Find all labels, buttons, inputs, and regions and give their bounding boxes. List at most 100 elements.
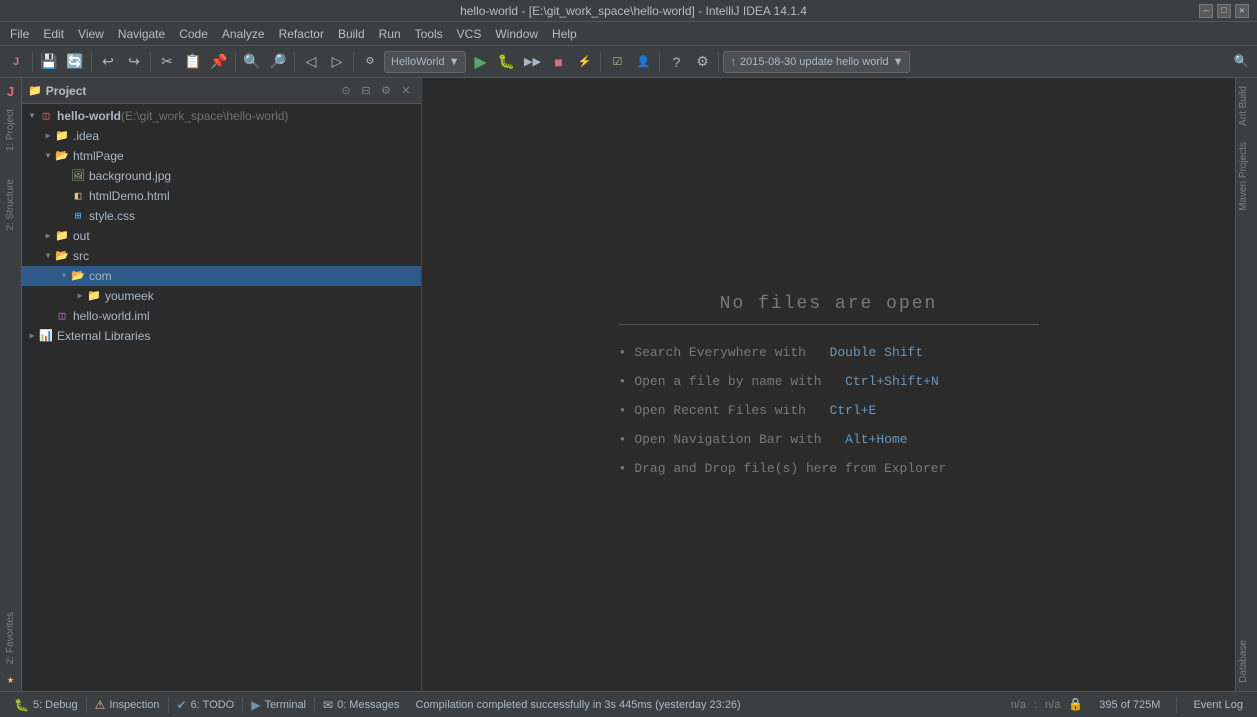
menu-view[interactable]: View <box>72 25 110 43</box>
todo-label: 6: TODO <box>191 699 235 711</box>
editor-area: No files are open Search Everywhere with… <box>422 78 1235 691</box>
run-button[interactable]: ▶ <box>468 50 492 74</box>
window-controls: — □ ✕ <box>1199 4 1249 18</box>
ant-build-panel[interactable]: Ant Build <box>1236 78 1257 134</box>
vcs-commit-arrow: ▼ <box>893 56 904 68</box>
window-title: hello-world - [E:\git_work_space\hello-w… <box>68 4 1199 18</box>
inspection-section[interactable]: ⚠ Inspection <box>87 692 168 717</box>
redo-button[interactable]: ↪ <box>122 50 146 74</box>
toolbar-sep-2 <box>91 52 92 72</box>
debug-section[interactable]: 🐛 5: Debug <box>6 692 86 717</box>
tree-src[interactable]: ▼ 📂 src <box>22 246 421 266</box>
menu-edit[interactable]: Edit <box>37 25 70 43</box>
back-button[interactable]: ◁ <box>299 50 323 74</box>
htmlpage-arrow: ▼ <box>42 150 54 162</box>
menu-build[interactable]: Build <box>332 25 371 43</box>
favorites-panel-toggle[interactable]: 2: Favorites <box>3 608 18 668</box>
status-bar: 🐛 5: Debug ⚠ Inspection ✔ 6: TODO ▶ Term… <box>0 691 1257 717</box>
tree-idea[interactable]: ▶ 📁 .idea <box>22 126 421 146</box>
tree-bg-jpg[interactable]: ▶ 🖼 background.jpg <box>22 166 421 186</box>
settings-button[interactable]: ⚙ <box>690 50 714 74</box>
css-label: style.css <box>89 209 135 223</box>
structure-panel-toggle[interactable]: 2: Structure <box>3 175 18 235</box>
synchronize-button[interactable]: 🔄 <box>63 50 87 74</box>
copy-button[interactable]: 📋 <box>181 50 205 74</box>
tree-root[interactable]: ▼ ◫ hello-world (E:\git_work_space\hello… <box>22 106 421 126</box>
tree-html-demo[interactable]: ▶ ◧ htmlDemo.html <box>22 186 421 206</box>
inspection-label: Inspection <box>109 699 159 711</box>
menu-file[interactable]: File <box>4 25 35 43</box>
src-arrow: ▼ <box>42 250 54 262</box>
tree-youmeek[interactable]: ▶ 📁 youmeek <box>22 286 421 306</box>
todo-section[interactable]: ✔ 6: TODO <box>169 692 243 717</box>
menu-refactor[interactable]: Refactor <box>273 25 330 43</box>
menu-code[interactable]: Code <box>173 25 214 43</box>
memory-section[interactable]: 395 of 725M <box>1091 699 1168 711</box>
coverage-button[interactable]: ☑ <box>605 50 629 74</box>
tree-htmlpage[interactable]: ▼ 📂 htmlPage <box>22 146 421 166</box>
tree-ext-lib[interactable]: ▶ 📊 External Libraries <box>22 326 421 346</box>
panel-settings-btn[interactable]: ⚙ <box>377 82 395 100</box>
undo-button[interactable]: ↩ <box>96 50 120 74</box>
paste-button[interactable]: 📌 <box>207 50 231 74</box>
event-log-section[interactable]: Event Log <box>1185 699 1251 711</box>
main-content: J 1: Project 2: Structure 2: Favorites ★… <box>0 78 1257 691</box>
panel-actions: ⊙ ⊟ ⚙ ✕ <box>337 82 415 100</box>
minimize-button[interactable]: — <box>1199 4 1213 18</box>
tree-com[interactable]: ▼ 📂 com <box>22 266 421 286</box>
intellij-icon-left[interactable]: J <box>5 82 16 101</box>
hint-search-key: Double Shift <box>830 345 924 360</box>
help-button[interactable]: ? <box>664 50 688 74</box>
search-everywhere-icon[interactable]: 🔍 <box>1229 50 1253 74</box>
debug-button[interactable]: 🐛 <box>494 50 518 74</box>
terminal-icon: ▶ <box>251 698 260 712</box>
todo-icon: ✔ <box>177 698 187 712</box>
menu-help[interactable]: Help <box>546 25 583 43</box>
messages-label: 0: Messages <box>337 699 399 711</box>
terminal-section[interactable]: ▶ Terminal <box>243 692 314 717</box>
forward-button[interactable]: ▷ <box>325 50 349 74</box>
maximize-button[interactable]: □ <box>1217 4 1231 18</box>
tree-css[interactable]: ▶ ⊞ style.css <box>22 206 421 226</box>
attach-profiler[interactable]: ⚡ <box>572 50 596 74</box>
title-bar: hello-world - [E:\git_work_space\hello-w… <box>0 0 1257 22</box>
profile-button[interactable]: 👤 <box>631 50 655 74</box>
tree-iml[interactable]: ▶ ◫ hello-world.iml <box>22 306 421 326</box>
tree-out[interactable]: ▶ 📁 out <box>22 226 421 246</box>
maven-projects-panel[interactable]: Maven Projects <box>1236 134 1257 219</box>
stop-button[interactable]: ■ <box>546 50 570 74</box>
save-all-button[interactable]: 💾 <box>37 50 61 74</box>
messages-section[interactable]: ✉ 0: Messages <box>315 692 407 717</box>
out-arrow: ▶ <box>42 230 54 242</box>
menu-tools[interactable]: Tools <box>409 25 449 43</box>
debug-label: 5: Debug <box>33 699 78 711</box>
panel-sync-btn[interactable]: ⊙ <box>337 82 355 100</box>
htmlpage-folder-icon: 📂 <box>54 148 70 164</box>
menu-vcs[interactable]: VCS <box>451 25 488 43</box>
intellij-logo: J <box>4 50 28 74</box>
project-panel-toggle[interactable]: 1: Project <box>3 105 18 155</box>
menu-navigate[interactable]: Navigate <box>112 25 171 43</box>
menu-window[interactable]: Window <box>489 25 544 43</box>
messages-icon: ✉ <box>323 698 333 712</box>
database-panel[interactable]: Database <box>1236 632 1257 691</box>
toolbar-sep-8 <box>659 52 660 72</box>
hint-navbar-text: Open Navigation Bar with <box>634 432 837 447</box>
status-right: n/a : n/a 🔒 395 of 725M Event Log <box>1011 697 1251 713</box>
root-label: hello-world <box>57 109 121 123</box>
hint-open-name-key: Ctrl+Shift+N <box>845 374 939 389</box>
run-config-dropdown[interactable]: HelloWorld ▼ <box>384 51 466 73</box>
build-button[interactable]: ⚙ <box>358 50 382 74</box>
replace-button[interactable]: 🔎 <box>266 50 290 74</box>
close-button[interactable]: ✕ <box>1235 4 1249 18</box>
menu-run[interactable]: Run <box>373 25 407 43</box>
panel-close-btn[interactable]: ✕ <box>397 82 415 100</box>
idea-folder-icon: 📁 <box>54 128 70 144</box>
menu-analyze[interactable]: Analyze <box>216 25 271 43</box>
vcs-commit-dropdown[interactable]: ↑ 2015-08-30 update hello world ▼ <box>723 51 910 73</box>
panel-collapse-btn[interactable]: ⊟ <box>357 82 375 100</box>
no-files-title: No files are open <box>619 294 1039 325</box>
run-with-coverage[interactable]: ▶▶ <box>520 50 544 74</box>
cut-button[interactable]: ✂ <box>155 50 179 74</box>
find-button[interactable]: 🔍 <box>240 50 264 74</box>
